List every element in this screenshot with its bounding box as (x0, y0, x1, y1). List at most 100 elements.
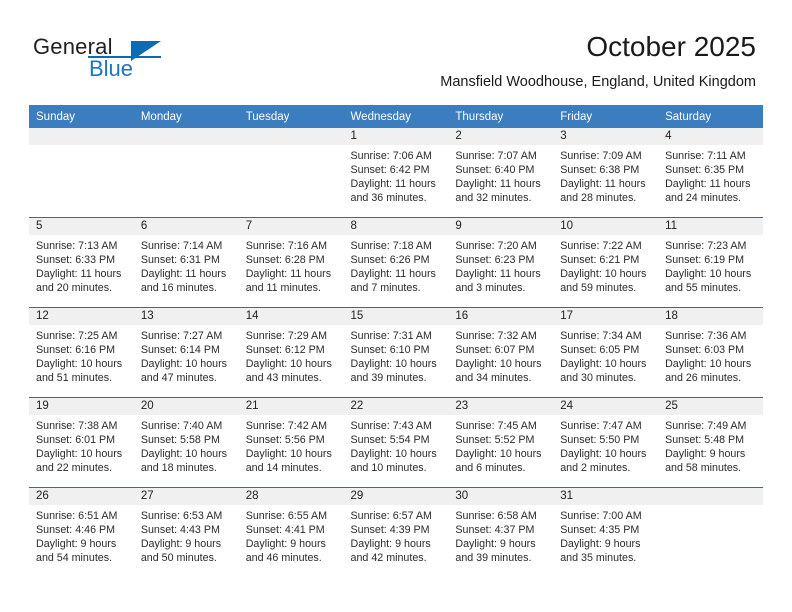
calendar-day-cell[interactable]: 3 Sunrise: 7:09 AM Sunset: 6:38 PM Daylight… (553, 128, 659, 218)
calendar-day-cell[interactable]: 26 Sunrise: 6:51 AM Sunset: 4:46 PM Dayligh… (29, 487, 134, 577)
sunrise-text: Sunrise: 7:43 AM (350, 420, 432, 432)
daylight-text-line1: Daylight: 10 hours (140, 358, 227, 371)
day-number: 25 (658, 398, 763, 415)
daylight-text-line2: and 59 minutes. (560, 282, 637, 295)
daylight-text-line1: Daylight: 11 hours (665, 178, 751, 191)
daylight-text-line1: Daylight: 10 hours (560, 268, 647, 281)
sunset-text: Sunset: 4:37 PM (455, 524, 535, 537)
day-number: 1 (343, 128, 449, 145)
day-number: 29 (343, 488, 449, 505)
day-number: 13 (133, 308, 239, 325)
day-number: 24 (553, 398, 659, 415)
day-details: Sunrise: 7:06 AM Sunset: 6:42 PM Daylight:… (344, 145, 449, 205)
day-details: Sunrise: 6:57 AM Sunset: 4:39 PM Daylight:… (344, 505, 449, 565)
daylight-text-line1: Daylight: 9 hours (140, 538, 222, 551)
day-details: Sunrise: 7:11 AM Sunset: 6:35 PM Daylight:… (658, 145, 763, 205)
calendar-day-cell[interactable]: 7 Sunrise: 7:16 AM Sunset: 6:28 PM Daylight… (238, 217, 344, 308)
day-cell-inner: 2 Sunrise: 7:07 AM Sunset: 6:40 PM Daylight… (448, 128, 554, 217)
sunset-text: Sunset: 6:35 PM (665, 164, 745, 177)
calendar-day-cell[interactable]: 27 Sunrise: 6:53 AM Sunset: 4:43 PM Dayligh… (133, 487, 239, 577)
sunrise-text: Sunrise: 7:34 AM (560, 330, 642, 342)
daylight-text-line2: and 7 minutes. (350, 282, 421, 295)
calendar-day-cell[interactable]: 13 Sunrise: 7:27 AM Sunset: 6:14 PM Dayligh… (133, 307, 239, 398)
day-cell-inner: 1 Sunrise: 7:06 AM Sunset: 6:42 PM Daylight… (343, 128, 449, 217)
page-header: General Blue October 2025 Mansfield Wood… (0, 0, 792, 100)
day-number: 19 (29, 398, 134, 415)
day-details: Sunrise: 7:29 AM Sunset: 6:12 PM Daylight:… (239, 325, 344, 385)
calendar-day-cell[interactable]: 25 Sunrise: 7:49 AM Sunset: 5:48 PM Dayligh… (658, 397, 763, 488)
title-block: October 2025 Mansfield Woodhouse, Englan… (440, 30, 756, 91)
calendar-day-cell[interactable]: 19 Sunrise: 7:38 AM Sunset: 6:01 PM Dayligh… (29, 397, 134, 488)
sunset-text: Sunset: 6:14 PM (140, 344, 220, 357)
day-number: 14 (238, 308, 344, 325)
calendar-day-cell[interactable]: 8 Sunrise: 7:18 AM Sunset: 6:26 PM Daylight… (343, 217, 449, 308)
calendar-day-cell[interactable]: 1 Sunrise: 7:06 AM Sunset: 6:42 PM Daylight… (343, 128, 449, 218)
daylight-text-line2: and 3 minutes. (455, 282, 526, 295)
calendar-day-cell[interactable]: 15 Sunrise: 7:31 AM Sunset: 6:10 PM Dayligh… (343, 307, 449, 398)
calendar-day-cell[interactable]: 17 Sunrise: 7:34 AM Sunset: 6:05 PM Dayligh… (553, 307, 659, 398)
day-cell-inner: 19 Sunrise: 7:38 AM Sunset: 6:01 PM Dayligh… (29, 398, 134, 487)
sunset-text: Sunset: 5:54 PM (350, 434, 430, 447)
calendar-day-cell[interactable]: 16 Sunrise: 7:32 AM Sunset: 6:07 PM Dayligh… (448, 307, 554, 398)
calendar-day-cell[interactable]: 31 Sunrise: 7:00 AM Sunset: 4:35 PM Dayligh… (553, 487, 659, 577)
calendar-day-cell[interactable]: 28 Sunrise: 6:55 AM Sunset: 4:41 PM Dayligh… (238, 487, 344, 577)
sunset-text: Sunset: 6:28 PM (245, 254, 325, 267)
day-cell-inner: 13 Sunrise: 7:27 AM Sunset: 6:14 PM Dayligh… (133, 308, 239, 397)
calendar-day-cell[interactable]: 22 Sunrise: 7:43 AM Sunset: 5:54 PM Dayligh… (343, 397, 449, 488)
day-details: Sunrise: 7:38 AM Sunset: 6:01 PM Daylight:… (29, 415, 134, 475)
calendar-page: General Blue October 2025 Mansfield Wood… (0, 0, 792, 612)
daylight-text-line1: Daylight: 10 hours (245, 358, 332, 371)
calendar-day-cell[interactable]: 24 Sunrise: 7:47 AM Sunset: 5:50 PM Dayligh… (553, 397, 659, 488)
daylight-text-line2: and 54 minutes. (36, 552, 113, 565)
calendar-day-cell[interactable]: 6 Sunrise: 7:14 AM Sunset: 6:31 PM Daylight… (133, 217, 239, 308)
sunrise-text: Sunrise: 7:45 AM (455, 420, 537, 432)
calendar-day-cell[interactable]: 12 Sunrise: 7:25 AM Sunset: 6:16 PM Dayligh… (29, 307, 134, 398)
calendar-day-cell[interactable]: 5 Sunrise: 7:13 AM Sunset: 6:33 PM Daylight… (29, 217, 134, 308)
daylight-text-line2: and 36 minutes. (350, 192, 427, 205)
day-number: 30 (448, 488, 554, 505)
day-cell-inner: 27 Sunrise: 6:53 AM Sunset: 4:43 PM Dayligh… (133, 488, 239, 577)
calendar-day-cell-empty (133, 128, 239, 218)
day-number: 6 (133, 218, 239, 235)
sunset-text: Sunset: 5:56 PM (245, 434, 325, 447)
sunset-text: Sunset: 6:01 PM (36, 434, 116, 447)
daylight-text-line2: and 16 minutes. (140, 282, 217, 295)
brand-logo[interactable]: General Blue (33, 34, 253, 90)
sunset-text: Sunset: 4:43 PM (140, 524, 220, 537)
sunrise-text: Sunrise: 7:32 AM (455, 330, 537, 342)
calendar-day-cell[interactable]: 30 Sunrise: 6:58 AM Sunset: 4:37 PM Dayligh… (448, 487, 554, 577)
day-number: 10 (553, 218, 659, 235)
calendar-week-row: 5 Sunrise: 7:13 AM Sunset: 6:33 PM Daylight… (29, 217, 763, 308)
calendar-day-cell[interactable]: 9 Sunrise: 7:20 AM Sunset: 6:23 PM Daylight… (448, 217, 554, 308)
day-number (658, 488, 763, 505)
day-details: Sunrise: 7:40 AM Sunset: 5:58 PM Daylight:… (134, 415, 239, 475)
calendar-day-cell[interactable]: 20 Sunrise: 7:40 AM Sunset: 5:58 PM Dayligh… (133, 397, 239, 488)
daylight-text-line1: Daylight: 10 hours (350, 358, 437, 371)
daylight-text-line2: and 39 minutes. (455, 552, 532, 565)
calendar-day-cell-empty (238, 128, 344, 218)
day-details: Sunrise: 7:16 AM Sunset: 6:28 PM Daylight:… (239, 235, 344, 295)
sunset-text: Sunset: 6:19 PM (665, 254, 745, 267)
daylight-text-line1: Daylight: 9 hours (350, 538, 431, 551)
calendar-day-cell[interactable]: 14 Sunrise: 7:29 AM Sunset: 6:12 PM Dayligh… (238, 307, 344, 398)
day-details: Sunrise: 7:42 AM Sunset: 5:56 PM Daylight:… (239, 415, 344, 475)
daylight-text-line2: and 2 minutes. (560, 462, 631, 475)
sunset-text: Sunset: 4:41 PM (245, 524, 325, 537)
weekday-header-friday: Friday (553, 105, 659, 128)
calendar-day-cell[interactable]: 4 Sunrise: 7:11 AM Sunset: 6:35 PM Daylight… (658, 128, 763, 218)
calendar-day-cell[interactable]: 18 Sunrise: 7:36 AM Sunset: 6:03 PM Dayligh… (658, 307, 763, 398)
daylight-text-line1: Daylight: 11 hours (140, 268, 227, 281)
brand-name-blue: Blue (89, 56, 134, 81)
day-cell-inner: 26 Sunrise: 6:51 AM Sunset: 4:46 PM Dayligh… (29, 488, 134, 577)
calendar-day-cell[interactable]: 21 Sunrise: 7:42 AM Sunset: 5:56 PM Dayligh… (238, 397, 344, 488)
calendar-day-cell[interactable]: 23 Sunrise: 7:45 AM Sunset: 5:52 PM Dayligh… (448, 397, 554, 488)
calendar-day-cell[interactable]: 2 Sunrise: 7:07 AM Sunset: 6:40 PM Daylight… (448, 128, 554, 218)
sunset-text: Sunset: 6:33 PM (36, 254, 116, 267)
calendar-day-cell[interactable]: 29 Sunrise: 6:57 AM Sunset: 4:39 PM Dayligh… (343, 487, 449, 577)
sunset-text: Sunset: 6:03 PM (665, 344, 745, 357)
calendar-week-row: 12 Sunrise: 7:25 AM Sunset: 6:16 PM Dayligh… (29, 307, 763, 398)
daylight-text-line2: and 24 minutes. (665, 192, 742, 205)
calendar-day-cell[interactable]: 10 Sunrise: 7:22 AM Sunset: 6:21 PM Dayligh… (553, 217, 659, 308)
calendar-day-cell[interactable]: 11 Sunrise: 7:23 AM Sunset: 6:19 PM Dayligh… (658, 217, 763, 308)
sunset-text: Sunset: 4:39 PM (350, 524, 430, 537)
